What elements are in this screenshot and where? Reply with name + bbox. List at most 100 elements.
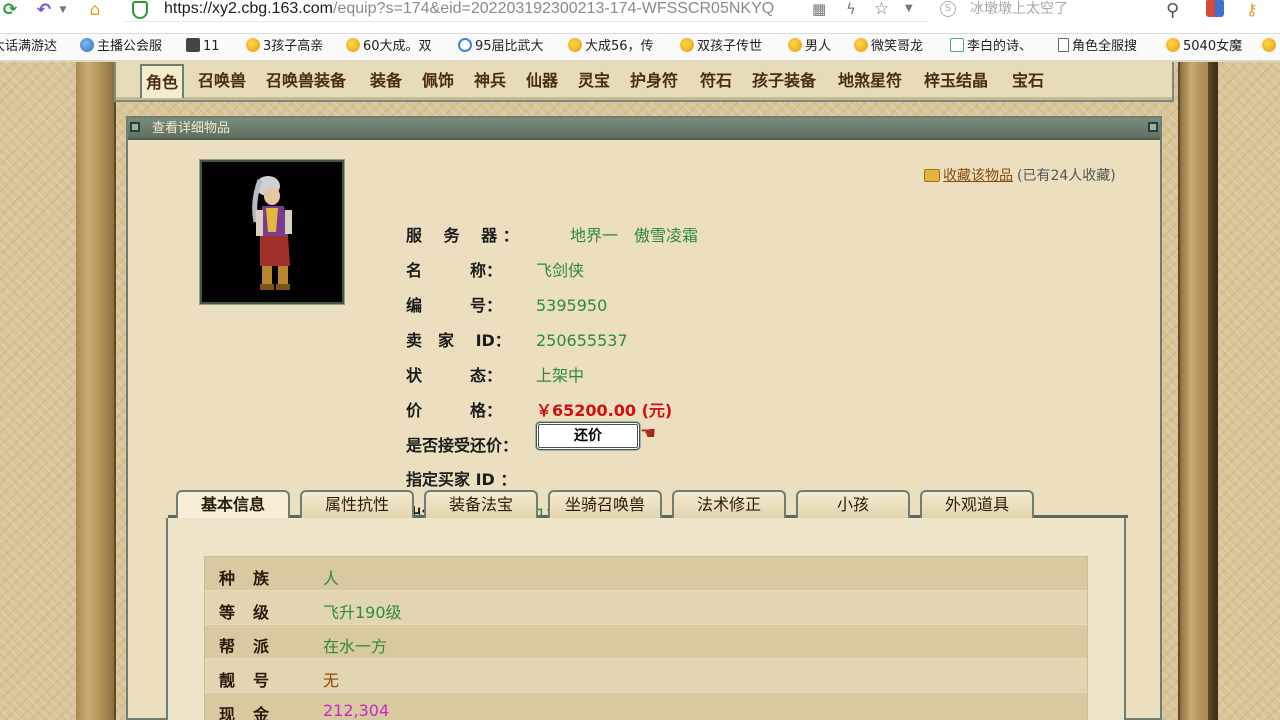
- shield-icon: [132, 1, 148, 19]
- nav-tab-divine-weapon[interactable]: 神兵: [474, 68, 506, 94]
- nav-tab-accessory[interactable]: 佩饰: [422, 68, 454, 94]
- bookmark-item[interactable]: 角色全服搜: [1058, 38, 1137, 58]
- nav-tab-summon-equip[interactable]: 召唤兽装备: [266, 68, 346, 94]
- bookmark-item[interactable]: 李白的诗、: [950, 38, 1032, 58]
- bookmark-favicon: [186, 38, 200, 52]
- bookmark-item[interactable]: 60大成。双: [346, 38, 432, 58]
- extension-icon[interactable]: [1206, 0, 1224, 17]
- bookmark-favicon: [346, 38, 360, 52]
- nav-tab-immortal-gear[interactable]: 仙器: [526, 68, 558, 94]
- nav-tab-summon[interactable]: 召唤兽: [198, 68, 246, 94]
- bookmark-item[interactable]: 双孩子传世: [680, 38, 762, 58]
- nav-tab-amulet[interactable]: 护身符: [630, 68, 678, 94]
- favorite-icon: [924, 169, 940, 182]
- nav-tab-rune-stone[interactable]: 符石: [700, 68, 732, 94]
- level-value: 飞升190级: [323, 603, 402, 622]
- bookmark-favicon: [854, 38, 868, 52]
- undo-icon[interactable]: ↶: [34, 0, 54, 20]
- cash-value: 212,304: [323, 701, 390, 720]
- bookmark-item[interactable]: 男人: [788, 38, 831, 58]
- bookmark-item[interactable]: [1262, 38, 1279, 58]
- server-label: 服 务 器 ：: [406, 226, 519, 245]
- address-dropdown-icon[interactable]: ▼: [905, 0, 913, 18]
- category-nav: 角色 召唤兽 召唤兽装备 装备 佩饰 神兵 仙器 灵宝 护身符 符石 孩子装备 …: [114, 62, 1174, 102]
- favorite-count: (已有24人收藏): [1017, 168, 1116, 184]
- refresh-icon[interactable]: ⟳: [0, 0, 20, 20]
- pointer-hand-icon: ☚: [640, 423, 657, 444]
- item-detail-panel: 查看详细物品 服 务 器 ： 地界一 傲雪凌霜 名 称： 飞剑侠 编 号： 53…: [126, 116, 1162, 720]
- nav-tab-child-equip[interactable]: 孩子装备: [752, 68, 816, 94]
- bookmark-item[interactable]: 95届比武大: [458, 38, 544, 58]
- url-text[interactable]: https://xy2.cbg.163.com/equip?s=174&eid=…: [164, 0, 774, 18]
- home-icon[interactable]: ⌂: [84, 0, 106, 20]
- search-engine-icon: S: [940, 1, 956, 17]
- bookmark-item[interactable]: 主播公会服: [80, 38, 162, 58]
- corner-ornament: [1148, 122, 1158, 132]
- price-value: ￥65200.00 (元): [536, 401, 673, 420]
- info-subtabs: 基本信息 属性抗性 装备法宝 坐骑召唤兽 法术修正 小孩 外观道具: [168, 480, 1128, 521]
- guild-value: 在水一方: [323, 637, 388, 656]
- corner-ornament: [130, 122, 140, 132]
- subtab-mounts[interactable]: 坐骑召唤兽: [548, 490, 662, 518]
- nav-tab-gem[interactable]: 宝石: [1012, 68, 1044, 94]
- star-icon[interactable]: ☆: [874, 0, 889, 18]
- page-background: 角色 召唤兽 召唤兽装备 装备 佩饰 神兵 仙器 灵宝 护身符 符石 孩子装备 …: [0, 62, 1280, 720]
- table-row: 等级 飞升190级: [205, 591, 1087, 625]
- table-row: 现金 212,304: [205, 693, 1087, 720]
- status-label: 状 态：: [406, 366, 503, 385]
- nav-tab-jade-crystal[interactable]: 梓玉结晶: [924, 68, 988, 94]
- subtab-equipment[interactable]: 装备法宝: [424, 490, 538, 518]
- bookmark-favicon: [246, 38, 260, 52]
- seller-id-value: 250655537: [536, 331, 628, 350]
- basic-info-panel: 种族 人 等级 飞升190级 帮派 在水一方 靓号 无 现金 212,304: [166, 518, 1126, 720]
- favorite-link[interactable]: 收藏该物品: [943, 168, 1013, 184]
- vanity-id-value: 无: [323, 671, 340, 690]
- vanity-id-label: 靓号: [219, 671, 288, 690]
- bargain-label: 是否接受还价：: [406, 436, 519, 455]
- seller-id-label: 卖 家 ID：: [406, 331, 511, 350]
- server-value: 地界一 傲雪凌霜: [570, 226, 699, 245]
- search-input[interactable]: [970, 0, 1160, 18]
- subtab-basic-info[interactable]: 基本信息: [176, 490, 290, 521]
- key-icon[interactable]: ⚷: [1246, 0, 1258, 19]
- nav-tab-role[interactable]: 角色: [140, 64, 185, 98]
- subtab-child[interactable]: 小孩: [796, 490, 910, 518]
- nav-tab-star-talisman[interactable]: 地煞星符: [838, 68, 902, 94]
- bookmark-item[interactable]: 5040女魔: [1166, 38, 1242, 58]
- qr-code-icon[interactable]: ▦: [812, 0, 826, 18]
- bookmark-favicon: [1166, 38, 1180, 52]
- nav-tab-spirit-treasure[interactable]: 灵宝: [578, 68, 610, 94]
- bookmark-favicon: [1058, 38, 1069, 52]
- panel-title: 查看详细物品: [152, 121, 231, 136]
- name-label: 名 称：: [406, 261, 503, 280]
- bookmark-item[interactable]: 3孩子高亲: [246, 38, 323, 58]
- number-value: 5395950: [536, 296, 608, 315]
- search-box[interactable]: S: [938, 0, 1162, 22]
- name-value: 飞剑侠: [536, 261, 585, 280]
- bolt-icon[interactable]: ϟ: [846, 0, 856, 18]
- bookmark-item[interactable]: 11: [186, 38, 220, 58]
- bookmark-item[interactable]: 微笑哥龙: [854, 38, 923, 58]
- undo-dropdown-icon[interactable]: ▼: [58, 0, 68, 20]
- guild-label: 帮派: [219, 637, 288, 656]
- frame-right: [1178, 62, 1218, 720]
- table-row: 种族 人: [205, 557, 1087, 591]
- subtab-appearance[interactable]: 外观道具: [920, 490, 1034, 518]
- bookmark-favicon: [788, 38, 802, 52]
- number-label: 编 号：: [406, 296, 503, 315]
- price-label: 价 格：: [406, 401, 503, 420]
- url-path: /equip?s=174&eid=202203192300213-174-WFS…: [332, 0, 775, 17]
- search-icon[interactable]: ⚲: [1166, 0, 1179, 21]
- bookmark-favicon: [80, 38, 94, 52]
- bookmarks-bar: 大话满游达 主播公会服 11 3孩子高亲 60大成。双 95届比武大 大成56，…: [0, 34, 1280, 61]
- panel-header: 查看详细物品: [128, 118, 1160, 140]
- subtab-attributes[interactable]: 属性抗性: [300, 490, 414, 518]
- bargain-button[interactable]: 还价: [536, 422, 640, 450]
- bookmark-item[interactable]: 大话满游达: [0, 38, 57, 58]
- character-avatar: [199, 159, 345, 305]
- subtab-spell-correction[interactable]: 法术修正: [672, 490, 786, 518]
- nav-tab-equip[interactable]: 装备: [370, 68, 402, 94]
- address-bar[interactable]: https://xy2.cbg.163.com/equip?s=174&eid=…: [122, 0, 928, 22]
- favorite-area: 收藏该物品 (已有24人收藏): [924, 166, 1116, 186]
- bookmark-item[interactable]: 大成56，传: [568, 38, 654, 58]
